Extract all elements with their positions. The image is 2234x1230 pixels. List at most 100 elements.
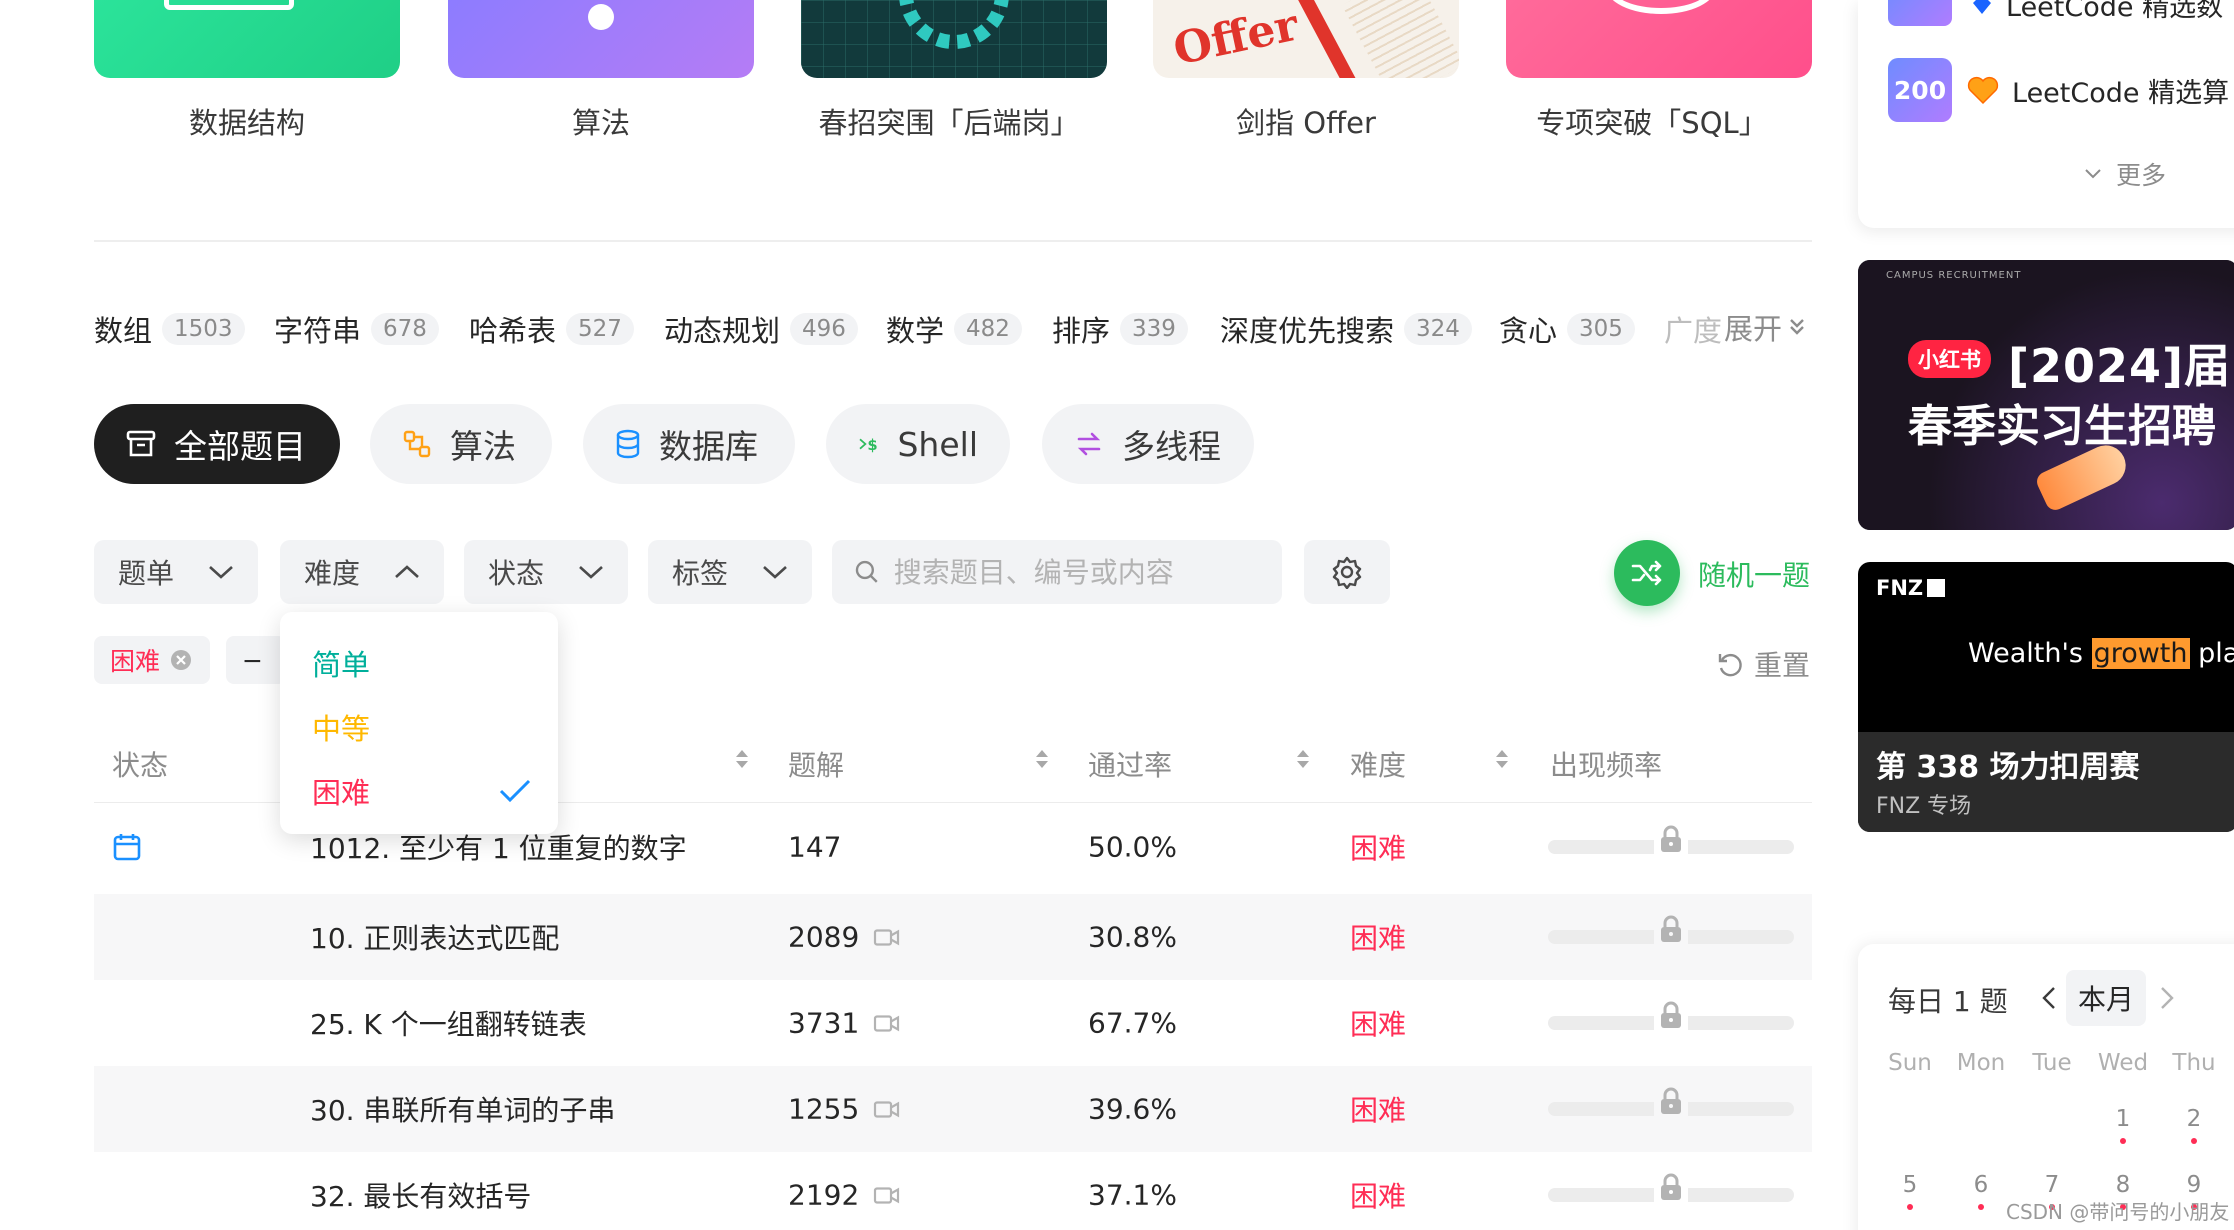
tag-array[interactable]: 数组 1503 — [94, 308, 245, 350]
col-header-solutions[interactable]: 题解 — [788, 744, 844, 784]
tag-dynamic-programming[interactable]: 动态规划 496 — [664, 308, 858, 350]
calendar-day[interactable]: 1 — [2093, 1106, 2153, 1144]
solution-count[interactable]: 3731 — [788, 1007, 901, 1040]
difficulty-option-medium[interactable]: 中等 — [312, 706, 532, 748]
solution-count-value: 2192 — [788, 1178, 860, 1212]
list-item-partial[interactable]: LeetCode 精选数 — [1888, 0, 2223, 26]
random-problem-label[interactable]: 随机一题 — [1698, 554, 1810, 594]
problem-list-filter[interactable]: 题单 — [94, 540, 258, 604]
table-row[interactable]: 25. K 个一组翻转链表 3731 67.7% 困难 — [94, 980, 1812, 1066]
tag-name: 数组 — [94, 314, 153, 348]
xiaohongshu-logo: 小红书 — [1908, 340, 1991, 378]
checkmark-icon — [499, 779, 531, 803]
problem-title[interactable]: 32. 最长有效括号 — [310, 1175, 531, 1215]
month-selector[interactable]: 本月 — [2066, 970, 2147, 1026]
random-problem-button[interactable] — [1614, 540, 1680, 606]
table-row[interactable]: 30. 串联所有单词的子串 1255 39.6% 困难 — [94, 1066, 1812, 1152]
calendar-day[interactable]: 5 — [1880, 1172, 1940, 1210]
problem-title[interactable]: 10. 正则表达式匹配 — [310, 917, 559, 957]
solution-count[interactable]: 2192 — [788, 1179, 901, 1212]
sort-icon[interactable] — [1494, 748, 1510, 774]
diamond-icon — [1973, 0, 1991, 14]
search-box[interactable] — [832, 540, 1282, 604]
col-header-frequency: 出现频率 — [1550, 744, 1662, 784]
sort-icon[interactable] — [1034, 748, 1050, 774]
tag-count: 305 — [1567, 313, 1635, 345]
filter-chip-collapsed[interactable]: − — [226, 636, 286, 684]
tag-bfs-partial[interactable]: 广度 — [1664, 308, 1722, 350]
video-icon[interactable] — [873, 1185, 901, 1205]
solution-count[interactable]: 147 — [788, 831, 841, 864]
category-shell[interactable]: $ Shell — [826, 404, 1010, 484]
solution-count[interactable]: 2089 — [788, 921, 901, 954]
difficulty-filter[interactable]: 难度 — [280, 540, 444, 604]
category-label: 全部题目 — [174, 427, 306, 466]
study-plan-label: 剑指 Offer — [1236, 106, 1376, 140]
table-row[interactable]: 32. 最长有效括号 2192 37.1% 困难 — [94, 1152, 1812, 1230]
daily-calendar-icon[interactable] — [112, 832, 142, 862]
tagline-highlight: growth — [2091, 638, 2190, 669]
tag-dfs[interactable]: 深度优先搜索 324 — [1220, 308, 1472, 350]
problem-title[interactable]: 30. 串联所有单词的子串 — [310, 1089, 615, 1129]
category-concurrency[interactable]: 多线程 — [1042, 404, 1254, 484]
table-row[interactable]: 10. 正则表达式匹配 2089 30.8% 困难 — [94, 894, 1812, 980]
calendar-day[interactable]: 6 — [1951, 1172, 2011, 1210]
tag-math[interactable]: 数学 482 — [886, 308, 1022, 350]
tag-string[interactable]: 字符串 678 — [274, 308, 439, 350]
difficulty-chip-hard[interactable]: 困难 — [94, 636, 210, 684]
frequency-bar — [1548, 822, 1794, 856]
tag-count: 1503 — [162, 313, 245, 345]
close-circle-icon[interactable] — [170, 649, 192, 671]
sort-icon[interactable] — [734, 748, 750, 774]
difficulty-label: 困难 — [1350, 1008, 1407, 1041]
col-header-status: 状态 — [112, 744, 168, 784]
difficulty-option-hard[interactable]: 困难 — [312, 770, 532, 812]
day-number: 9 — [2186, 1172, 2202, 1198]
category-database[interactable]: 数据库 — [583, 404, 795, 484]
chevron-right-icon[interactable] — [2158, 986, 2176, 1010]
video-icon[interactable] — [873, 1013, 901, 1033]
difficulty-label: 困难 — [1350, 1094, 1407, 1127]
sort-icon[interactable] — [1295, 748, 1311, 774]
tag-hash-table[interactable]: 哈希表 527 — [469, 308, 634, 350]
solution-count[interactable]: 1255 — [788, 1093, 901, 1126]
tags-filter[interactable]: 标签 — [648, 540, 812, 604]
tag-greedy[interactable]: 贪心 305 — [1499, 308, 1635, 350]
xiaohongshu-recruit-banner[interactable]: CAMPUS RECRUITMENT 小红书 [2024]届 春季实习生招聘 — [1858, 260, 2234, 530]
fnz-contest-banner[interactable]: FNZ Wealth's growth platf 第 338 场力扣周赛 FN… — [1858, 562, 2234, 832]
study-plan-cover — [801, 0, 1107, 78]
category-all-problems[interactable]: 全部题目 — [94, 404, 340, 484]
missed-dot — [2120, 1138, 2126, 1144]
difficulty-option-easy[interactable]: 简单 — [312, 642, 532, 684]
tag-sorting[interactable]: 排序 339 — [1052, 308, 1188, 350]
filter-label: 题单 — [118, 557, 175, 590]
chevron-down-icon — [209, 566, 233, 579]
heart-icon — [1967, 76, 1999, 105]
col-header-acceptance[interactable]: 通过率 — [1088, 744, 1172, 784]
reset-button[interactable]: 重置 — [1716, 644, 1810, 684]
tag-count: 482 — [954, 313, 1022, 345]
search-input[interactable] — [893, 555, 1260, 589]
status-filter[interactable]: 状态 — [464, 540, 628, 604]
study-plan-label: 数据结构 — [188, 106, 305, 140]
video-icon[interactable] — [873, 927, 901, 947]
more-button[interactable]: 更多 — [2084, 156, 2166, 192]
category-algorithm[interactable]: 算法 — [370, 404, 552, 484]
filter-label: 难度 — [304, 557, 361, 590]
video-icon[interactable] — [873, 1099, 901, 1119]
tags-expand-button[interactable]: 展开 — [1724, 306, 1807, 348]
shell-icon: $ — [859, 437, 878, 454]
problem-title[interactable]: 25. K 个一组翻转链表 — [310, 1003, 587, 1043]
calendar-day[interactable]: 2 — [2164, 1106, 2224, 1144]
chevron-down-icon — [2085, 169, 2101, 179]
chevron-left-icon[interactable] — [2040, 986, 2058, 1010]
banner-tagline: Wealth's growth platf — [1968, 638, 2234, 669]
category-label: 多线程 — [1122, 427, 1221, 466]
list-item-leetcode-200[interactable]: 200 LeetCode 精选算 — [1888, 58, 2229, 122]
solution-count-value: 1255 — [788, 1092, 860, 1126]
grid-pattern — [801, 0, 1107, 78]
settings-button[interactable] — [1304, 540, 1390, 604]
acceptance-rate: 67.7% — [1088, 1006, 1177, 1040]
tag-count: 496 — [790, 313, 858, 345]
col-header-difficulty[interactable]: 难度 — [1350, 744, 1406, 784]
